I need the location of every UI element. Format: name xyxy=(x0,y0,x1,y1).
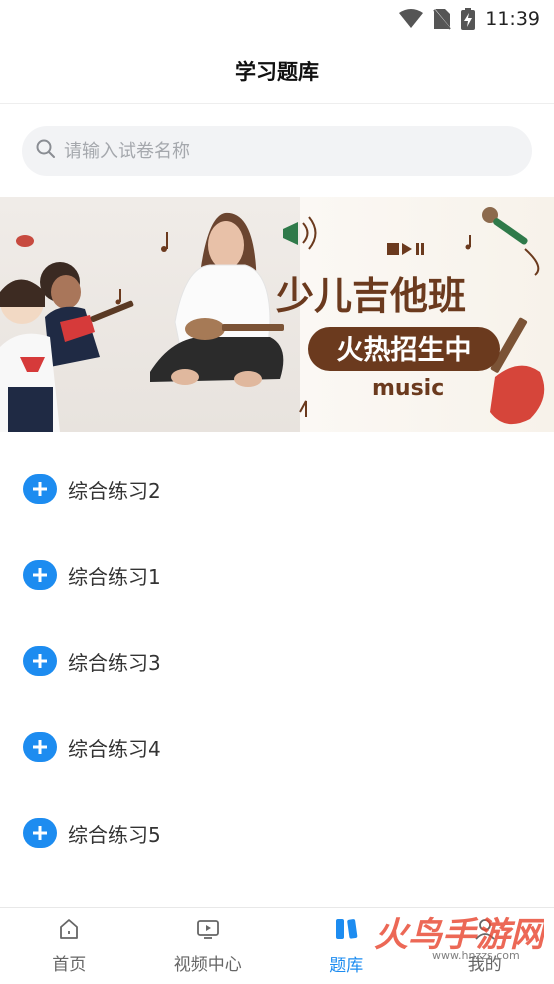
exercise-list: 综合练习2 综合练习1 综合练习3 综合练习4 综合练习5 xyxy=(0,446,554,876)
search-input[interactable] xyxy=(64,140,484,162)
expand-plus-icon[interactable] xyxy=(23,732,57,762)
page-header: 学习题库 xyxy=(0,38,554,104)
exercise-label: 综合练习1 xyxy=(68,564,161,589)
watermark-url: www.hnzzs.com xyxy=(432,949,520,962)
exercise-item[interactable]: 综合练习4 xyxy=(0,704,554,790)
exercise-label: 综合练习5 xyxy=(68,822,161,847)
expand-plus-icon[interactable] xyxy=(23,474,57,504)
exercise-label: 综合练习2 xyxy=(68,478,161,503)
exercise-item[interactable]: 综合练习5 xyxy=(0,790,554,876)
tab-home[interactable]: 首页 xyxy=(0,908,139,984)
exercise-label: 综合练习3 xyxy=(68,650,161,675)
page-title: 学习题库 xyxy=(235,59,319,84)
search-bar xyxy=(0,104,554,176)
exercise-label: 综合练习4 xyxy=(68,736,161,761)
banner-title: 少儿吉他班 xyxy=(276,274,466,318)
promo-banner[interactable]: 少儿吉他班 火热招生中 music xyxy=(0,197,554,432)
exercise-item[interactable]: 综合练习1 xyxy=(0,532,554,618)
search-icon xyxy=(36,139,56,163)
exercise-item[interactable]: 综合练习2 xyxy=(0,446,554,532)
wifi-icon xyxy=(399,9,424,29)
tab-question-bank-label: 题库 xyxy=(329,955,364,976)
home-icon xyxy=(58,918,80,944)
no-sim-icon xyxy=(433,8,452,30)
tab-video-center[interactable]: 视频中心 xyxy=(139,908,278,984)
battery-charging-icon xyxy=(461,8,476,30)
watermark-logo: 火鸟手游网 www.hnzzs.com xyxy=(374,915,544,962)
expand-plus-icon[interactable] xyxy=(23,646,57,676)
status-bar: 11:39 xyxy=(0,0,554,38)
exercise-item[interactable]: 综合练习3 xyxy=(0,618,554,704)
status-time: 11:39 xyxy=(485,8,540,30)
video-icon xyxy=(196,918,220,944)
tab-home-label: 首页 xyxy=(52,954,87,975)
expand-plus-icon[interactable] xyxy=(23,818,57,848)
tab-video-center-label: 视频中心 xyxy=(173,954,242,975)
banner-subtitle: 火热招生中 xyxy=(337,335,472,366)
banner-illustration: 少儿吉他班 火热招生中 music xyxy=(0,207,545,432)
banner-tag: music xyxy=(372,376,444,401)
expand-plus-icon[interactable] xyxy=(23,560,57,590)
search-box[interactable] xyxy=(22,126,532,176)
question-bank-icon xyxy=(334,917,358,945)
